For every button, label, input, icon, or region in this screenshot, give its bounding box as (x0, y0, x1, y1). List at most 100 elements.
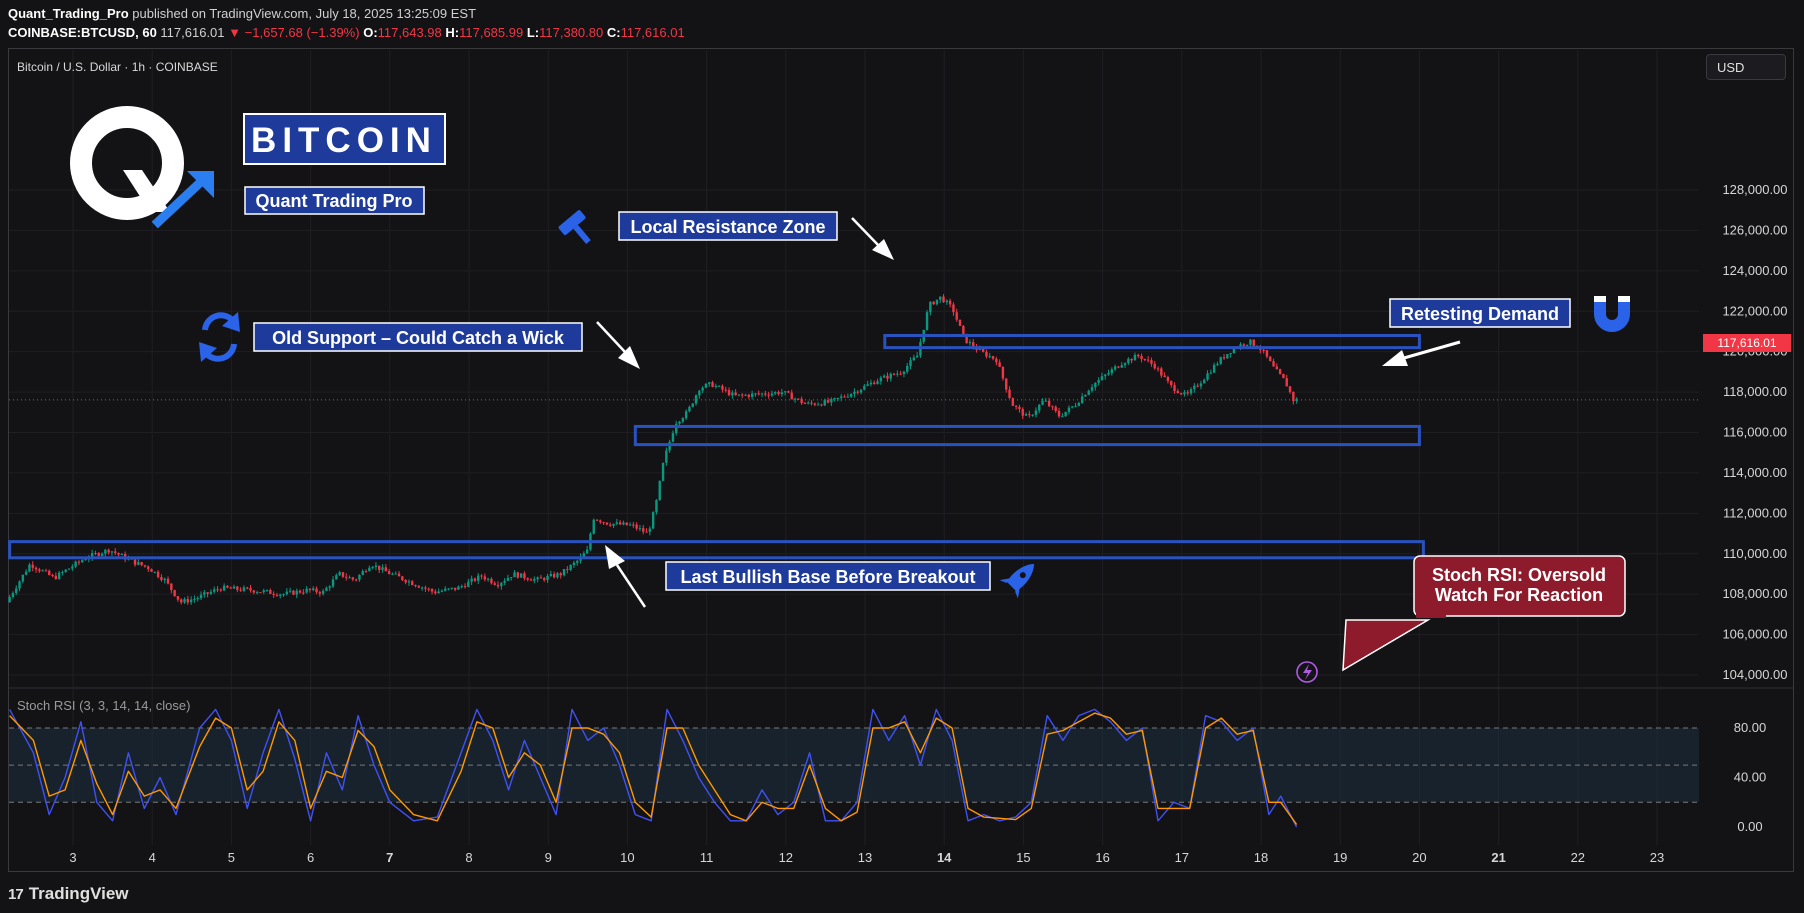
candle-body (526, 578, 529, 580)
candle-body (1041, 400, 1044, 405)
time-tick-label: 23 (1650, 850, 1664, 865)
candle-body (229, 587, 232, 589)
stoch-tick-label: 40.00 (1734, 770, 1767, 785)
candle-body (477, 575, 480, 581)
pane-title: Bitcoin / U.S. Dollar · 1h · COINBASE (17, 60, 218, 74)
candle-body (582, 553, 586, 557)
candle-body (255, 592, 259, 594)
candle-body (958, 319, 962, 326)
candle-body (381, 567, 384, 570)
candle-body (879, 377, 883, 382)
candle-body (787, 391, 790, 393)
candle-body (282, 594, 285, 596)
candle-body (724, 389, 727, 391)
candle-body (222, 585, 226, 591)
candle-body (998, 362, 1001, 367)
candle-body (24, 571, 28, 575)
candle-body (453, 587, 457, 590)
candle-body (460, 586, 463, 588)
candle-body (869, 382, 873, 385)
chart-canvas[interactable]: 128,000.00 126,000.00 124,000.00 122,000.00… (0, 0, 1804, 913)
zone-box[interactable] (8, 540, 1425, 560)
stoch-callout-line1: Stoch RSI: Oversold (1432, 565, 1606, 585)
candle-body (813, 403, 817, 405)
candle-body (1285, 378, 1288, 387)
candle-body (1163, 375, 1166, 377)
candle-body (361, 571, 364, 575)
candle-body (592, 519, 595, 534)
price-axis[interactable]: 128,000.00 126,000.00 124,000.00 122,000.00… (1722, 182, 1787, 682)
time-tick-label: 15 (1016, 850, 1030, 865)
candle-body (1146, 359, 1150, 361)
candle-body (566, 569, 569, 571)
candle-body (18, 581, 21, 589)
candle-body (41, 570, 44, 572)
candle-body (1216, 363, 1219, 365)
candle-body (1153, 363, 1156, 369)
lightning-icon[interactable] (1296, 661, 1318, 683)
candle-body (318, 592, 322, 594)
candle-body (97, 553, 100, 556)
indicator-title[interactable]: Stoch RSI (3, 3, 14, 14, close) (17, 698, 190, 713)
candle-body (896, 373, 899, 375)
candle-body (717, 385, 721, 387)
candle-body (8, 596, 11, 603)
candle-body (840, 396, 843, 398)
candle-body (569, 565, 572, 570)
candle-body (1061, 416, 1064, 418)
candle-body (114, 551, 117, 553)
candle-body (830, 399, 833, 403)
candle-body (1051, 406, 1054, 408)
candle-body (153, 571, 157, 573)
candle-body (638, 528, 642, 530)
stoch-tick-label: 0.00 (1737, 819, 1762, 834)
rocket-icon (999, 563, 1035, 599)
candle-body (440, 590, 444, 592)
candle-body (1272, 361, 1275, 367)
candle-body (562, 569, 566, 576)
candle-body (820, 404, 823, 406)
time-axis[interactable]: 3 4 5 6 7 8 9 10 11 12 13 14 15 16 17 18 19 20 21 22 23 (69, 850, 1664, 865)
zone-box[interactable] (633, 424, 1421, 447)
tradingview-brand: TradingView (28, 884, 129, 903)
candle-body (1133, 354, 1137, 361)
candle-body (925, 312, 929, 330)
time-tick-label: 13 (858, 850, 872, 865)
candle-body (1242, 344, 1246, 346)
candle-body (1080, 396, 1084, 403)
candle-body (203, 592, 206, 595)
candle-body (11, 592, 15, 597)
candle-body (480, 575, 483, 577)
candle-body (401, 576, 404, 581)
candle-body (1047, 400, 1051, 407)
candle-body (1087, 390, 1090, 395)
candle-body (516, 572, 520, 578)
candle-body (800, 398, 803, 403)
old-support-label: Old Support – Could Catch a Wick (272, 328, 565, 348)
currency-button[interactable]: USD (1706, 54, 1786, 80)
candle-body (364, 571, 368, 573)
candle-body (658, 480, 661, 501)
zone-box[interactable] (883, 334, 1421, 350)
candle-body (1117, 366, 1120, 368)
candle-body (321, 590, 325, 594)
candle-body (315, 588, 318, 593)
candle-body (688, 406, 691, 412)
candle-body (843, 396, 846, 398)
tradingview-footer[interactable]: 17 TradingView (8, 884, 129, 904)
candle-body (727, 390, 731, 396)
candle-body (810, 402, 813, 404)
candle-body (510, 577, 513, 579)
candle-body (1038, 404, 1041, 411)
candle-body (1137, 354, 1140, 357)
candle-body (368, 567, 371, 572)
candle-body (734, 392, 737, 396)
candle-body (539, 577, 543, 579)
candle-body (754, 393, 757, 395)
candle-body (691, 403, 694, 407)
candle-body (236, 586, 239, 590)
candle-body (262, 590, 265, 593)
candle-body (107, 549, 110, 553)
candle-body (902, 371, 906, 374)
candle-body (483, 576, 487, 580)
